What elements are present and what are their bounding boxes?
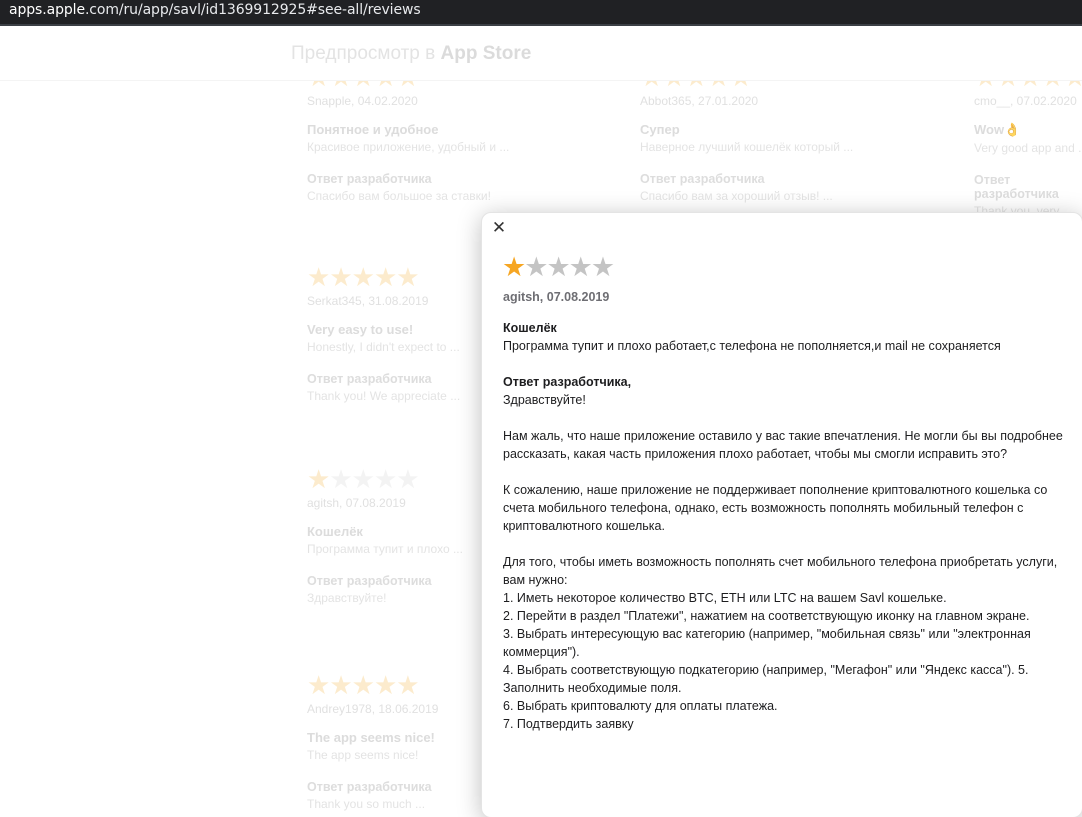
review-modal: ✕ ★★★★★ agitsh, 07.08.2019 Кошелёк Прогр… xyxy=(481,212,1082,817)
modal-review-content: Кошелёк Программа тупит и плохо работает… xyxy=(503,319,1063,733)
modal-review-meta: agitsh, 07.08.2019 xyxy=(503,290,610,304)
url-text[interactable]: apps.apple.com/ru/app/savl/id1369912925#… xyxy=(9,2,421,18)
close-icon[interactable]: ✕ xyxy=(490,219,508,237)
developer-paragraph: Нам жаль, что наше приложение оставило у… xyxy=(503,429,1063,461)
developer-step: 3. Выбрать интересующую вас категорию (н… xyxy=(503,627,1031,659)
url-path: .com/ru/app/savl/id1369912925#see-all/re… xyxy=(84,2,421,18)
star-empty-icon: ★ xyxy=(568,252,593,282)
developer-step: 4. Выбрать соответствующую подкатегорию … xyxy=(503,663,1029,695)
modal-review-body: Программа тупит и плохо работает,с телеф… xyxy=(503,339,1001,353)
browser-address-bar[interactable]: apps.apple.com/ru/app/savl/id1369912925#… xyxy=(0,0,1082,26)
app-store-page: Предпросмотр в App Store ★★★★★ Snapple, … xyxy=(0,26,1082,817)
developer-steps-list: 1. Иметь некоторое количество BTC, ETH и… xyxy=(503,589,1063,733)
developer-step: 6. Выбрать криптовалюту для оплаты плате… xyxy=(503,699,778,713)
star-empty-icon: ★ xyxy=(546,252,570,282)
developer-greeting: Здравствуйте! xyxy=(503,393,586,407)
developer-paragraph: К сожалению, наше приложение не поддержи… xyxy=(503,483,1048,533)
modal-review-title: Кошелёк xyxy=(503,321,557,335)
developer-step: 7. Подтвердить заявку xyxy=(503,717,634,731)
modal-rating-stars: ★★★★★ xyxy=(502,252,615,282)
developer-response-label: Ответ разработчика, xyxy=(503,375,632,389)
star-empty-icon: ★ xyxy=(590,252,615,282)
developer-step: 1. Иметь некоторое количество BTC, ETH и… xyxy=(503,591,947,605)
developer-step: 2. Перейти в раздел "Платежи", нажатием … xyxy=(503,609,1030,623)
url-host: apps.apple xyxy=(9,2,85,18)
star-empty-icon: ★ xyxy=(524,252,548,282)
developer-paragraph: Для того, чтобы иметь возможность пополн… xyxy=(503,555,1058,587)
star-filled-icon: ★ xyxy=(502,252,526,282)
